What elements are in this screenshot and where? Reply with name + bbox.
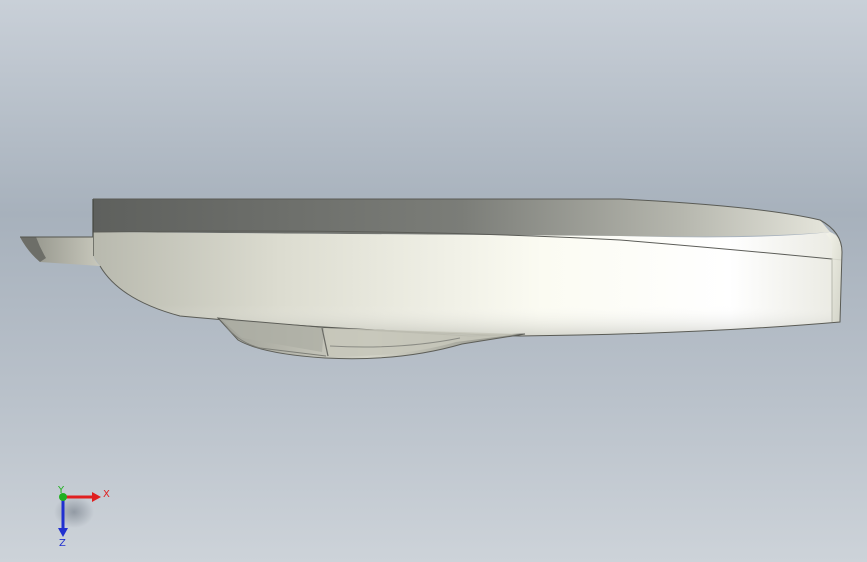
triad-x-label: X <box>103 489 110 500</box>
triad-x-arrow-icon <box>92 492 101 502</box>
graphics-viewport[interactable]: X Z Y <box>0 0 867 562</box>
triad-z-label: Z <box>59 538 66 549</box>
hull-model[interactable] <box>20 198 843 360</box>
triad-shadow <box>54 496 94 528</box>
model-scene[interactable]: X Z Y <box>0 0 867 562</box>
triad-z-arrow-icon <box>58 528 68 537</box>
reference-triad[interactable]: X Z Y <box>54 485 110 549</box>
triad-y-label: Y <box>57 485 65 496</box>
